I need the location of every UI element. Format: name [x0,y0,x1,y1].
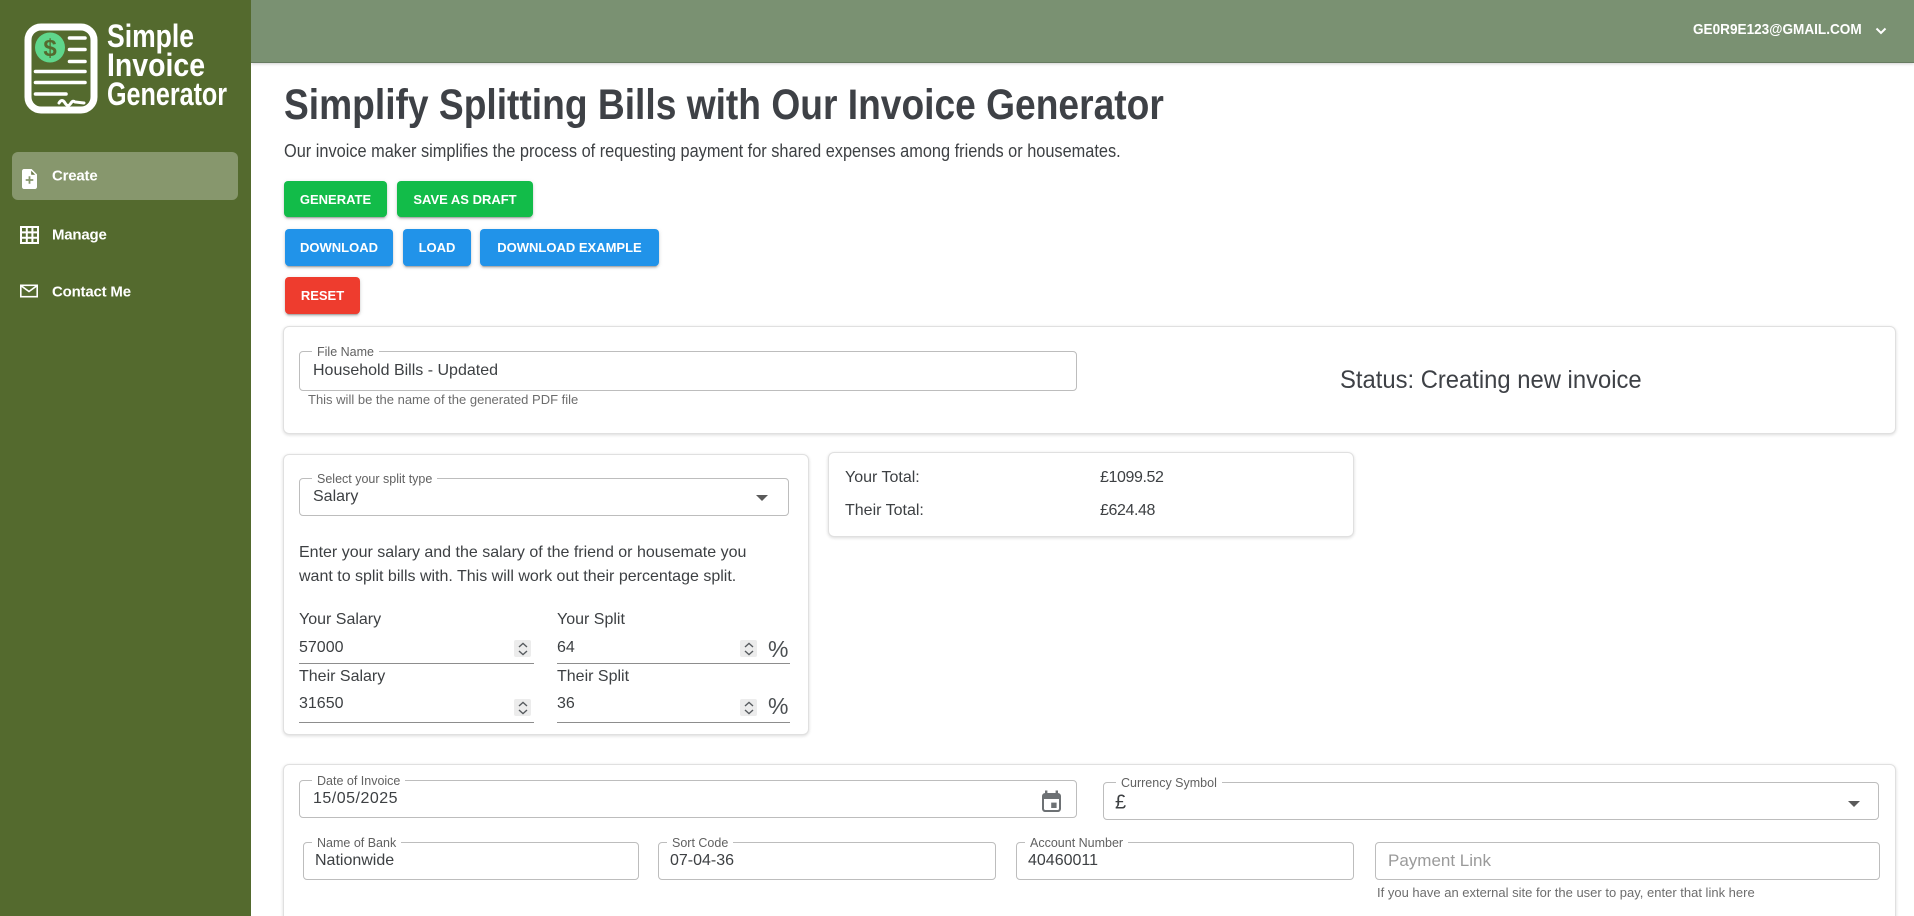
svg-text:$: $ [43,35,57,62]
